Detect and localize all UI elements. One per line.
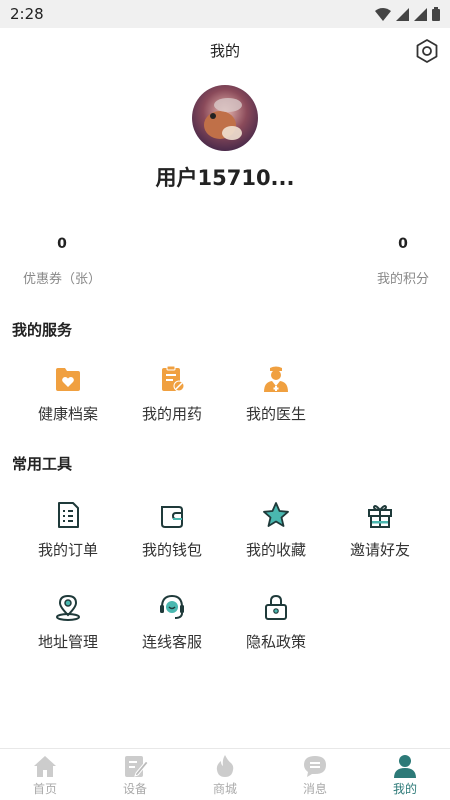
message-icon bbox=[304, 756, 326, 777]
invite-friends-label: 邀请好友 bbox=[349, 541, 410, 559]
device-icon bbox=[125, 756, 148, 777]
tab-profile-label: 我的 bbox=[392, 782, 417, 796]
health-record-button[interactable]: 健康档案 bbox=[18, 364, 118, 424]
signal-icon bbox=[414, 8, 427, 21]
address-management-button[interactable]: 地址管理 bbox=[18, 592, 118, 652]
title-bar: 我的 bbox=[0, 28, 450, 72]
address-management-label: 地址管理 bbox=[37, 633, 98, 651]
favorites-button[interactable]: 我的收藏 bbox=[226, 500, 326, 560]
customer-service-button[interactable]: 连线客服 bbox=[122, 592, 222, 652]
star-icon bbox=[263, 502, 289, 527]
tab-messages-label: 消息 bbox=[302, 782, 327, 796]
coupons-count: 0 bbox=[57, 236, 67, 252]
favorites-label: 我的收藏 bbox=[245, 541, 306, 559]
mall-icon bbox=[216, 755, 234, 777]
tab-home[interactable]: 首页 bbox=[0, 749, 90, 800]
tab-mall-label: 商城 bbox=[212, 782, 237, 796]
avatar[interactable] bbox=[192, 85, 258, 151]
orders-label: 我的订单 bbox=[37, 541, 98, 559]
tab-device-label: 设备 bbox=[122, 782, 147, 796]
tools-section-title: 常用工具 bbox=[12, 455, 73, 473]
points-count: 0 bbox=[398, 236, 408, 252]
avatar-image bbox=[192, 85, 258, 151]
medication-icon bbox=[162, 365, 185, 392]
page-title: 我的 bbox=[209, 42, 240, 60]
lock-icon bbox=[265, 594, 287, 620]
order-icon bbox=[58, 502, 79, 528]
home-icon bbox=[34, 756, 56, 777]
wallet-button[interactable]: 我的钱包 bbox=[122, 500, 222, 560]
battery-icon bbox=[432, 7, 440, 21]
tab-messages[interactable]: 消息 bbox=[270, 749, 360, 800]
services-section-title: 我的服务 bbox=[12, 321, 73, 339]
tab-home-label: 首页 bbox=[32, 782, 57, 796]
tab-mall[interactable]: 商城 bbox=[180, 749, 270, 800]
doctor-icon bbox=[264, 366, 288, 392]
status-bar: 2:28 bbox=[0, 0, 450, 28]
doctor-button[interactable]: 我的医生 bbox=[226, 364, 326, 424]
status-icons bbox=[375, 7, 440, 21]
settings-icon[interactable] bbox=[414, 38, 440, 64]
wallet-icon bbox=[161, 506, 183, 528]
coupons-label: 优惠券（张） bbox=[22, 272, 101, 287]
medication-label: 我的用药 bbox=[141, 405, 202, 423]
username[interactable]: 用户15710... bbox=[0, 162, 450, 192]
tab-profile[interactable]: 我的 bbox=[360, 749, 450, 800]
health-record-label: 健康档案 bbox=[37, 405, 98, 423]
privacy-policy-label: 隐私政策 bbox=[245, 633, 306, 651]
doctor-label: 我的医生 bbox=[245, 405, 306, 423]
health-record-icon bbox=[56, 368, 80, 391]
privacy-policy-button[interactable]: 隐私政策 bbox=[226, 592, 326, 652]
points-stat[interactable]: 0 我的积分 bbox=[368, 236, 438, 287]
coupons-stat[interactable]: 0 优惠券（张） bbox=[12, 236, 112, 287]
tab-device[interactable]: 设备 bbox=[90, 749, 180, 800]
orders-button[interactable]: 我的订单 bbox=[18, 500, 118, 560]
headset-icon bbox=[160, 594, 184, 619]
invite-friends-button[interactable]: 邀请好友 bbox=[330, 500, 430, 560]
bottom-tab-bar: 首页 设备 商城 消息 我的 bbox=[0, 748, 450, 800]
location-icon bbox=[56, 594, 80, 621]
customer-service-label: 连线客服 bbox=[141, 633, 202, 651]
wallet-label: 我的钱包 bbox=[141, 541, 202, 559]
medication-button[interactable]: 我的用药 bbox=[122, 364, 222, 424]
signal-icon bbox=[396, 8, 409, 21]
status-time: 2:28 bbox=[10, 5, 44, 23]
profile-icon bbox=[394, 755, 416, 778]
points-label: 我的积分 bbox=[376, 272, 429, 287]
wifi-icon bbox=[375, 8, 391, 21]
gift-icon bbox=[368, 505, 392, 528]
